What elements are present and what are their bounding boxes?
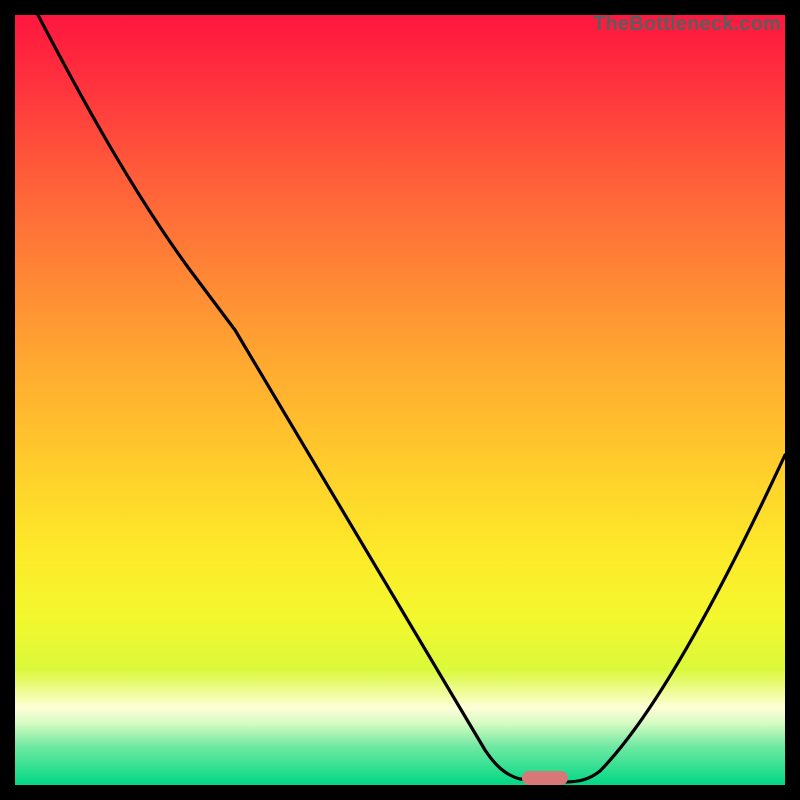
plot-area: TheBottleneck.com (15, 15, 785, 785)
watermark-text: TheBottleneck.com (593, 13, 781, 36)
curve-path (38, 15, 785, 782)
optimum-marker (522, 771, 568, 785)
bottleneck-curve (15, 15, 785, 785)
chart-frame: TheBottleneck.com (0, 0, 800, 800)
